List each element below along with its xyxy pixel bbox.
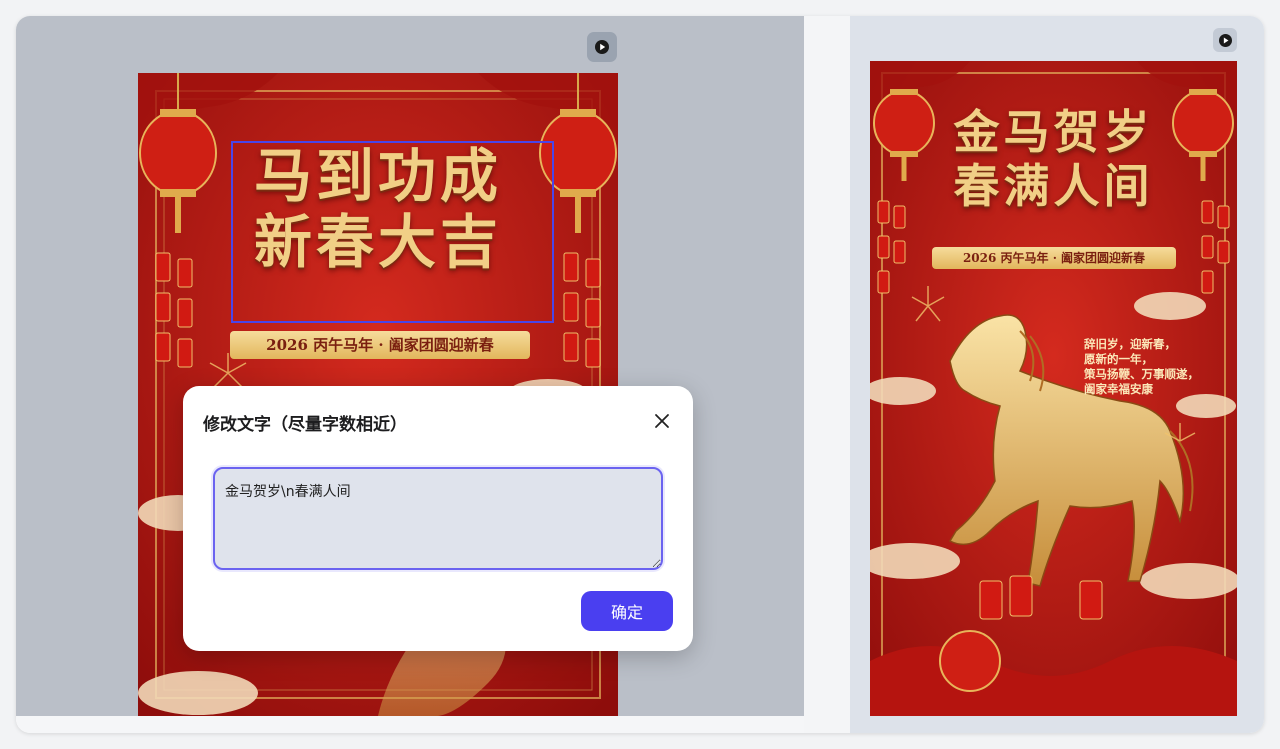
close-button[interactable] [651,410,673,432]
dialog-title: 修改文字（尽量字数相近） [203,415,407,435]
text-input[interactable]: 金马贺岁\n春满人间 [213,467,663,570]
blessing-line: 辞旧岁，迎新春， [1084,337,1176,351]
edit-text-dialog: 修改文字（尽量字数相近） 金马贺岁\n春满人间 确定 [183,386,693,651]
poster-title-line2: 春满人间 [953,159,1154,213]
blessing-line: 策马扬鞭、万事顺遂， [1084,367,1199,381]
text-selection-box[interactable] [231,141,554,323]
blessing-line: 阖家幸福安康 [1084,382,1153,396]
preview-panel: 金马贺岁 春满人间 2026 丙午马年 · 阖家团圆迎新春 辞旧岁，迎新春， 愿… [850,16,1264,733]
poster-blessing: 辞旧岁，迎新春， 愿新的一年， 策马扬鞭、万事顺遂， 阖家幸福安康 [1084,337,1199,397]
poster-subtitle: 2026 丙午马年 · 阖家团圆迎新春 [230,331,530,359]
play-icon [1218,33,1232,47]
poster-subtitle: 2026 丙午马年 · 阖家团圆迎新春 [932,247,1176,269]
confirm-button[interactable]: 确定 [581,591,673,631]
blessing-line: 愿新的一年， [1084,352,1153,366]
panel-divider [804,16,850,733]
poster-title-line1: 金马贺岁 [953,105,1154,159]
play-button-right[interactable] [1213,28,1237,52]
play-button-left[interactable] [587,32,617,62]
play-icon [595,40,609,54]
right-poster-image: 金马贺岁 春满人间 2026 丙午马年 · 阖家团圆迎新春 辞旧岁，迎新春， 愿… [870,61,1237,716]
left-panel-footer [16,716,804,733]
close-icon [655,414,669,428]
